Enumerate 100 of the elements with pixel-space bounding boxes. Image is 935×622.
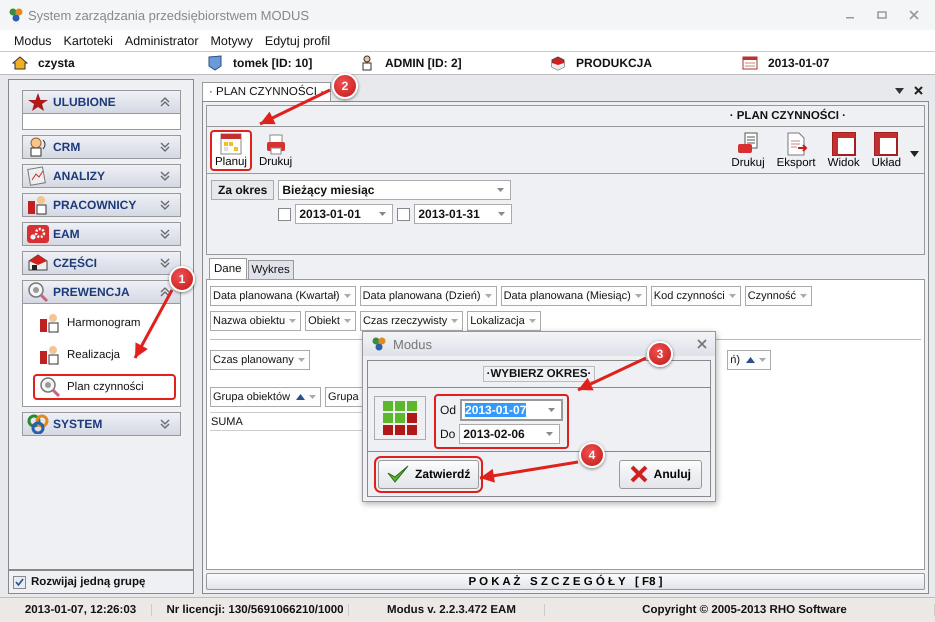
expand-icon[interactable]	[160, 200, 170, 210]
expand-icon[interactable]	[160, 171, 170, 181]
date-field[interactable]: 2013-02-06	[459, 424, 560, 444]
collapse-icon[interactable]	[160, 97, 170, 107]
cancel-button[interactable]: Anuluj	[618, 460, 702, 488]
calendar-icon	[742, 55, 758, 71]
tab[interactable]: Dane	[209, 258, 246, 279]
field-label: Od	[440, 403, 456, 417]
caret-icon	[484, 294, 492, 298]
caret-icon	[728, 294, 736, 298]
checkbox[interactable]	[397, 208, 410, 220]
checkbox[interactable]	[278, 208, 292, 220]
expand-icon[interactable]	[160, 142, 170, 152]
pivot-field[interactable]: Obiekt	[305, 311, 356, 331]
details-button[interactable]: P O K A Ż S Z C Z E G Ó Ł Y [ F8 ]	[206, 573, 925, 590]
menu-item[interactable]: Modus	[14, 34, 52, 48]
field-label: Do	[440, 427, 456, 441]
caret-icon	[497, 188, 504, 192]
tab[interactable]: Wykres	[248, 260, 294, 279]
magnifier-icon	[27, 282, 49, 302]
expand-icon[interactable]	[160, 229, 170, 239]
info-text: czysta	[38, 56, 75, 70]
toolbar-button[interactable]: Planuj	[210, 130, 252, 170]
pivot-field[interactable]: Czynność	[744, 286, 812, 306]
caret-icon	[379, 212, 386, 216]
panel-title: · PLAN CZYNNOŚCI ·	[730, 110, 846, 122]
printer-icon	[736, 132, 760, 156]
checkbox[interactable]	[13, 576, 26, 588]
pivot-field[interactable]: Data planowana (Kwartał)	[210, 286, 356, 306]
collapse-icon[interactable]	[160, 287, 170, 297]
magnifier-icon	[39, 377, 61, 397]
pivot-field[interactable]: Grupa obiektów	[210, 387, 322, 407]
toolbar-button[interactable]: Widok	[822, 128, 865, 172]
toolbar-button[interactable]: Eksport	[772, 128, 821, 172]
pivot-field[interactable]: Lokalizacja	[467, 311, 541, 331]
sidebar-group-header[interactable]: SYSTEM	[22, 412, 181, 436]
preset-dropdown[interactable]: Bieżący miesiąc	[278, 180, 512, 200]
sidebar-group-header[interactable]: PREWENCJA	[22, 280, 181, 304]
expand-icon[interactable]	[160, 258, 170, 268]
app-logo-icon	[8, 7, 24, 23]
maximize-icon[interactable]	[877, 10, 887, 20]
info-text: tomek [ID: 10]	[233, 56, 312, 70]
toolbar-button[interactable]: Drukuj	[254, 130, 298, 170]
menu-item[interactable]: Administrator	[124, 34, 199, 48]
expand-icon[interactable]	[160, 419, 170, 429]
pivot-field[interactable]: Kod czynności	[650, 286, 741, 306]
sidebar-group-header[interactable]: PRACOWNICY	[22, 193, 181, 217]
status-text: 2013-01-07, 12:26:03	[0, 604, 152, 616]
sidebar-group-header[interactable]: ANALIZY	[22, 164, 181, 188]
sidebar-group-header[interactable]: ULUBIONE	[22, 90, 181, 114]
tools-icon	[27, 195, 49, 215]
pivot-field[interactable]: Data planowana (Dzień)	[360, 286, 497, 306]
calendar-grid-icon	[220, 132, 242, 154]
sidebar-group-header[interactable]: CRM	[22, 135, 181, 159]
pivot-field[interactable]: Czas rzeczywisty	[360, 311, 464, 331]
status-text: Modus v. 2.2.3.472 EAM	[349, 604, 545, 616]
pivot-field[interactable]: Czas planowany	[210, 350, 310, 370]
menu-item[interactable]: Kartoteki	[64, 34, 113, 48]
app-logo-icon	[371, 336, 387, 352]
period-label: Za okres	[211, 180, 274, 200]
menu-item[interactable]: Edytuj profil	[264, 34, 330, 48]
caret-icon	[634, 294, 642, 298]
toolbar-button[interactable]: Układ	[866, 128, 906, 172]
info-text: 2013-01-07	[768, 56, 830, 70]
tools-icon	[39, 345, 61, 365]
pivot-field[interactable]: ń)	[727, 350, 771, 370]
sidebar-group-header[interactable]: EAM	[22, 222, 181, 246]
pivot-field[interactable]: Nazwa obiektu	[210, 311, 302, 331]
chart-icon	[27, 166, 49, 186]
close-icon[interactable]	[914, 86, 923, 95]
dropdown-icon[interactable]	[895, 88, 904, 94]
sidebar-item[interactable]: Harmonogram	[33, 310, 176, 336]
sidebar-group-header[interactable]: CZĘŚCI	[22, 251, 181, 275]
document-tab[interactable]: · PLAN CZYNNOŚCI ·	[202, 82, 332, 101]
toolbar-button[interactable]: Drukuj	[726, 128, 770, 172]
date-field[interactable]: 2013-01-01	[295, 204, 394, 224]
info-text: PRODUKCJA	[576, 56, 652, 70]
caret-icon	[528, 319, 536, 323]
calendar-grid-icon	[374, 396, 426, 440]
sidebar-item[interactable]: Plan czynności	[33, 374, 176, 400]
shield-icon	[207, 55, 223, 71]
info-text: ADMIN [ID: 2]	[385, 56, 462, 70]
check-icon	[387, 465, 409, 483]
caret-icon	[451, 319, 458, 323]
checkbox-label: Rozwijaj jedną grupę	[31, 576, 146, 588]
caret-icon	[298, 358, 305, 362]
table-icon	[874, 132, 898, 156]
box-icon	[550, 55, 566, 71]
gear-icon	[27, 224, 49, 244]
dropdown-icon[interactable]	[910, 151, 919, 157]
window-title: System zarządzania przedsiębiorstwem MODUS	[28, 8, 310, 22]
caret-icon	[344, 319, 351, 323]
date-field[interactable]: 2013-01-31	[414, 204, 512, 224]
caret-icon	[498, 212, 506, 216]
menu-item[interactable]: Motywy	[210, 34, 253, 48]
status-text: Nr licencji: 130/5691066210/1000	[152, 604, 349, 616]
sidebar-item[interactable]: Realizacja	[33, 342, 176, 368]
pivot-field[interactable]: Data planowana (Miesiąc)	[500, 286, 647, 306]
close-icon	[630, 465, 648, 483]
caret-icon	[289, 319, 296, 323]
